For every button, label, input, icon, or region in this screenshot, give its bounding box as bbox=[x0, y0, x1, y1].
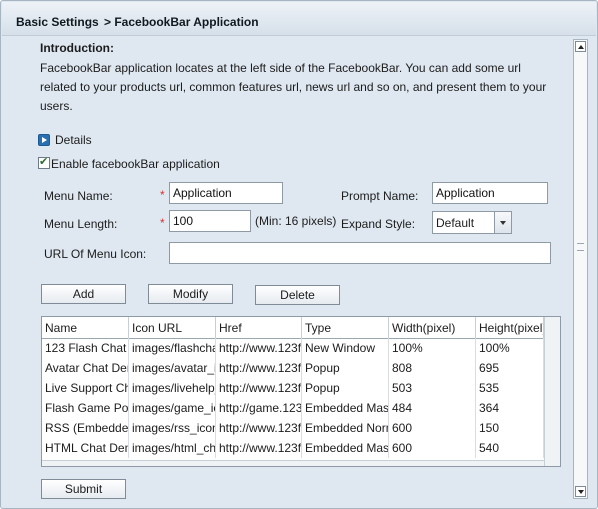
cell-icon-url: images/avatar_ic bbox=[129, 358, 216, 378]
modify-button[interactable]: Modify bbox=[148, 284, 233, 304]
cell-width: 600 bbox=[389, 418, 476, 438]
menu-length-input[interactable]: 100 bbox=[169, 210, 251, 232]
cell-width: 100% bbox=[389, 338, 476, 358]
enable-label[interactable]: Enable facebookBar application bbox=[51, 157, 220, 171]
arrow-down-icon[interactable] bbox=[575, 486, 586, 497]
table-row[interactable]: RSS (Embedded I images/rss_icon. http://… bbox=[42, 418, 544, 438]
cell-icon-url: images/game_ico bbox=[129, 398, 216, 418]
cell-name: HTML Chat Demo bbox=[42, 438, 129, 458]
column-header-icon-url[interactable]: Icon URL bbox=[129, 317, 216, 338]
cell-name: Flash Game Porta bbox=[42, 398, 129, 418]
breadcrumb-root[interactable]: Basic Settings bbox=[16, 15, 99, 29]
delete-button[interactable]: Delete bbox=[255, 285, 340, 305]
menu-name-input[interactable]: Application bbox=[169, 182, 283, 204]
expand-style-select[interactable]: Default bbox=[432, 211, 512, 234]
chevron-down-icon[interactable] bbox=[494, 212, 511, 233]
intro-text: FacebookBar application locates at the l… bbox=[40, 61, 547, 113]
cell-name: Live Support Cha bbox=[42, 378, 129, 398]
intro-title: Introduction: bbox=[40, 41, 114, 55]
prompt-name-label: Prompt Name: bbox=[341, 189, 419, 203]
panel-vertical-scrollbar[interactable] bbox=[573, 39, 588, 499]
breadcrumb: Basic Settings > FacebookBar Application bbox=[2, 2, 596, 36]
cell-name: Avatar Chat Dem bbox=[42, 358, 129, 378]
menu-name-label: Menu Name: bbox=[44, 189, 113, 203]
cell-icon-url: images/html_cha bbox=[129, 438, 216, 458]
expand-style-label: Expand Style: bbox=[341, 217, 416, 231]
menu-length-label: Menu Length: bbox=[44, 217, 118, 231]
cell-type: Embedded Mask bbox=[302, 398, 389, 418]
menu-icon-url-input[interactable] bbox=[169, 242, 551, 264]
table-row[interactable]: Flash Game Porta images/game_ico http://… bbox=[42, 398, 544, 418]
enable-checkbox[interactable] bbox=[38, 155, 50, 169]
table-header: Name Icon URL Href Type Width(pixel) Hei… bbox=[42, 317, 544, 339]
menu-length-required: * bbox=[160, 216, 165, 230]
breadcrumb-current: > FacebookBar Application bbox=[104, 15, 259, 29]
column-header-width[interactable]: Width(pixel) bbox=[389, 317, 476, 338]
prompt-name-input[interactable]: Application bbox=[432, 182, 548, 204]
details-label[interactable]: Details bbox=[55, 133, 92, 147]
table-vertical-scrollbar[interactable] bbox=[544, 317, 560, 466]
scroll-grip[interactable] bbox=[577, 243, 584, 251]
cell-width: 484 bbox=[389, 398, 476, 418]
cell-icon-url: images/rss_icon. bbox=[129, 418, 216, 438]
details-arrow-icon[interactable] bbox=[38, 134, 50, 146]
column-header-name[interactable]: Name bbox=[42, 317, 129, 338]
cell-height: 695 bbox=[476, 358, 544, 378]
column-header-href[interactable]: Href bbox=[216, 317, 302, 338]
cell-type: New Window bbox=[302, 338, 389, 358]
applications-table[interactable]: Name Icon URL Href Type Width(pixel) Hei… bbox=[41, 316, 561, 467]
add-button[interactable]: Add bbox=[41, 284, 126, 304]
menu-name-required: * bbox=[160, 188, 165, 202]
submit-button[interactable]: Submit bbox=[41, 479, 126, 499]
cell-height: 540 bbox=[476, 438, 544, 458]
settings-panel: Introduction: FacebookBar application lo… bbox=[10, 37, 573, 503]
cell-icon-url: images/livehelp_i bbox=[129, 378, 216, 398]
expand-style-value: Default bbox=[436, 216, 475, 230]
settings-window: Basic Settings > FacebookBar Application… bbox=[0, 0, 598, 509]
cell-href: http://www.123f bbox=[216, 378, 302, 398]
cell-type: Popup bbox=[302, 378, 389, 398]
cell-href: http://www.123f bbox=[216, 338, 302, 358]
cell-name: RSS (Embedded I bbox=[42, 418, 129, 438]
cell-height: 535 bbox=[476, 378, 544, 398]
table-horizontal-scrollbar[interactable] bbox=[42, 460, 544, 466]
cell-height: 364 bbox=[476, 398, 544, 418]
cell-href: http://www.123f bbox=[216, 418, 302, 438]
cell-height: 150 bbox=[476, 418, 544, 438]
cell-height: 100% bbox=[476, 338, 544, 358]
table-row[interactable]: 123 Flash Chat (N images/flashchat http:… bbox=[42, 338, 544, 358]
column-header-type[interactable]: Type bbox=[302, 317, 389, 338]
table-row[interactable]: Live Support Cha images/livehelp_i http:… bbox=[42, 378, 544, 398]
cell-width: 600 bbox=[389, 438, 476, 458]
table-row[interactable]: HTML Chat Demo images/html_cha http://ww… bbox=[42, 438, 544, 458]
cell-width: 503 bbox=[389, 378, 476, 398]
cell-name: 123 Flash Chat (N bbox=[42, 338, 129, 358]
arrow-up-icon[interactable] bbox=[575, 41, 586, 52]
menu-length-hint: (Min: 16 pixels) bbox=[255, 214, 337, 228]
cell-type: Popup bbox=[302, 358, 389, 378]
cell-width: 808 bbox=[389, 358, 476, 378]
cell-type: Embedded Mask bbox=[302, 438, 389, 458]
table-row[interactable]: Avatar Chat Dem images/avatar_ic http://… bbox=[42, 358, 544, 378]
cell-href: http://game.123 bbox=[216, 398, 302, 418]
cell-type: Embedded Norma bbox=[302, 418, 389, 438]
cell-icon-url: images/flashchat bbox=[129, 338, 216, 358]
menu-icon-url-label: URL Of Menu Icon: bbox=[44, 247, 147, 261]
column-header-height[interactable]: Height(pixel) bbox=[476, 317, 544, 338]
cell-href: http://www.123f bbox=[216, 358, 302, 378]
cell-href: http://www.123f bbox=[216, 438, 302, 458]
